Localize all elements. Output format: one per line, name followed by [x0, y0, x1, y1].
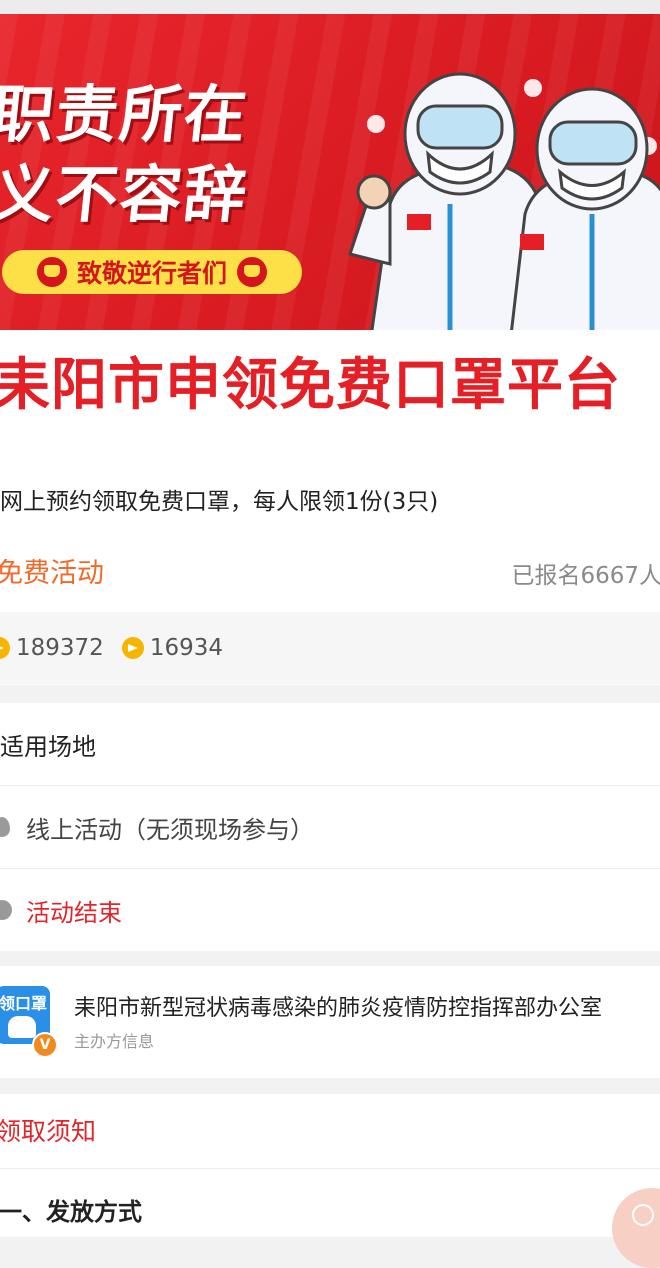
activity-status: 活动结束: [26, 898, 122, 927]
organizer-name: 耒阳市新型冠状病毒感染的肺炎疫情防控指挥部办公室: [74, 996, 603, 1021]
signed-up-count: 已报名6667人: [511, 563, 660, 589]
user-icon: [632, 1204, 654, 1226]
venue-panel: 适用场地 线上活动（无须现场参与） 活动结束: [0, 703, 660, 951]
venue-label: 适用场地: [0, 732, 96, 761]
medical-workers-illustration: [348, 72, 660, 330]
views-count: 189372: [16, 635, 104, 661]
banner-tag-text: 致敬逆行者们: [76, 259, 227, 288]
mascot-icon: [8, 1016, 36, 1038]
organizer-info-label: 主办方信息: [74, 1032, 155, 1051]
activity-title: 耒阳市申领免费口罩平台: [0, 353, 621, 418]
activity-type-tag: 免费活动: [0, 558, 104, 589]
venue-label-row: 适用场地: [0, 703, 660, 786]
top-strip: [0, 0, 660, 14]
verified-badge: V: [32, 1032, 58, 1058]
clock-icon: [0, 900, 12, 920]
status-row: 活动结束: [0, 869, 660, 951]
fist-icon: [237, 257, 267, 287]
stats-bar: 189372 16934: [0, 612, 660, 684]
divider: [0, 1168, 660, 1169]
notice-section: 领取须知 一、发放方式: [0, 1094, 660, 1237]
location-text: 线上活动（无须现场参与）: [26, 815, 314, 844]
location-pin-icon: [0, 817, 10, 837]
shares-stat: 16934: [121, 635, 223, 661]
banner-image: 职责所在 义不容辞 致敬逆行者们: [0, 14, 660, 330]
share-icon: [121, 637, 144, 659]
banner-tag: 致敬逆行者们: [2, 250, 302, 294]
eye-icon: [0, 637, 10, 659]
notice-section-heading: 一、发放方式: [0, 1198, 142, 1226]
slogan-line-1: 职责所在: [0, 78, 252, 151]
fist-icon: [36, 257, 67, 287]
slogan-line-2: 义不容辞: [0, 158, 252, 231]
organizer-card[interactable]: 领口罩 V 耒阳市新型冠状病毒感染的肺炎疫情防控指挥部办公室 主办方信息: [0, 966, 660, 1078]
organizer-logo-text: 领口罩: [0, 994, 47, 1013]
notice-title: 领取须知: [0, 1117, 97, 1146]
activity-description: 网上预约领取免费口罩，每人限领1份(3只): [0, 489, 439, 515]
views-stat: 189372: [0, 635, 104, 661]
shares-count: 16934: [149, 635, 223, 661]
location-row[interactable]: 线上活动（无须现场参与）: [0, 786, 660, 869]
